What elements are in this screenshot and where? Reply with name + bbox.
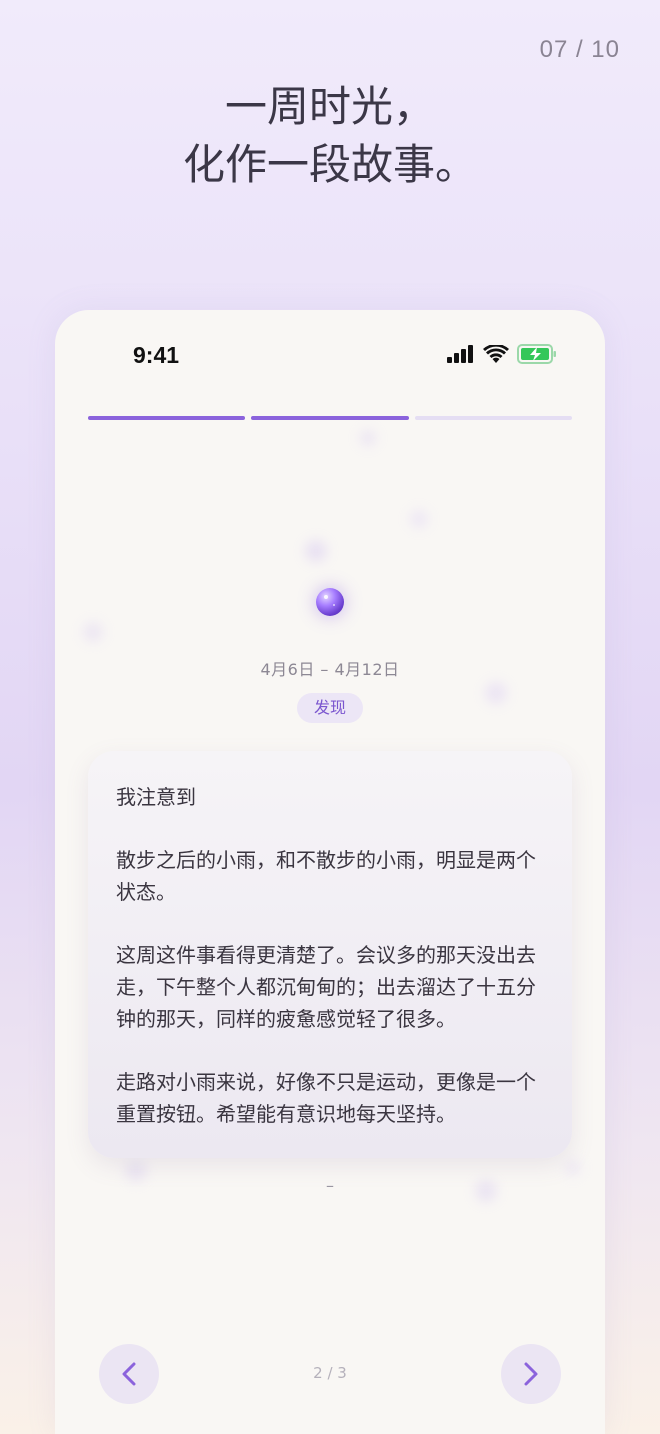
headline-line-2: 化作一段故事。 [182, 140, 477, 189]
chevron-right-icon [524, 1362, 538, 1386]
decor-blob [410, 510, 428, 528]
battery-charging-icon [517, 344, 556, 364]
story-paragraph: 散步之后的小雨，和不散步的小雨，明显是两个状态。 [116, 848, 536, 904]
next-button[interactable] [501, 1344, 561, 1404]
story-paragraph: 走路对小雨来说，好像不只是运动，更像是一个重置按钮。希望能有意识地每天坚持。 [116, 1070, 536, 1126]
story-paragraph: 这周这件事看得更清楚了。会议多的那天没出去走，下午整个人都沉甸甸的；出去溜达了十… [116, 943, 536, 1031]
progress-segment-3 [414, 416, 572, 420]
decor-blob [305, 540, 327, 562]
decor-blob [83, 622, 103, 642]
story-paragraph: 我注意到 [116, 785, 196, 809]
divider-dash: – [326, 1176, 334, 1195]
status-time: 9:41 [133, 342, 180, 368]
date-range: 4月6日 – 4月12日 [260, 660, 400, 679]
sparkle-orb-icon [316, 588, 344, 616]
status-icons [447, 344, 557, 364]
story-progress [88, 416, 572, 420]
wifi-icon [483, 344, 509, 363]
headline-line-1: 一周时光， [224, 82, 435, 131]
decor-blob [360, 430, 376, 446]
phone-mockup: 9:41 4月6日 – 4月12日 发现 我注意到 散步之后的小雨，和不散步的小… [55, 310, 605, 1434]
decor-blob [485, 682, 507, 704]
page-counter: 07 / 10 [539, 36, 620, 63]
signal-icon [447, 345, 473, 363]
headline: 一周时光， 化作一段故事。 [0, 78, 660, 194]
discovery-tag: 发现 [297, 693, 363, 723]
progress-segment-2 [251, 416, 409, 420]
progress-segment-1 [88, 416, 246, 420]
decor-blob [565, 1160, 581, 1176]
status-bar: 9:41 [55, 340, 605, 370]
story-card: 我注意到 散步之后的小雨，和不散步的小雨，明显是两个状态。 这周这件事看得更清楚… [88, 751, 572, 1158]
